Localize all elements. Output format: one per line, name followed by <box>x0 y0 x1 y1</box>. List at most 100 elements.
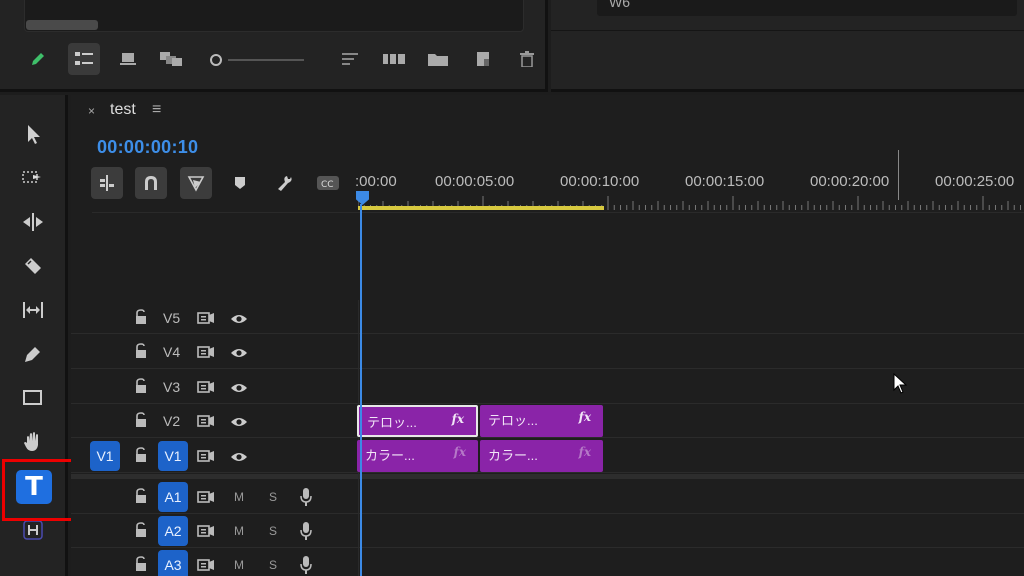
track-label-v1[interactable]: V1 <box>158 441 188 471</box>
track-label-a3[interactable]: A3 <box>158 550 188 576</box>
mute-button[interactable]: M <box>234 490 244 504</box>
add-marker-icon[interactable] <box>224 167 256 199</box>
clip-v1-2[interactable]: カラー... fx <box>480 440 603 472</box>
eye-icon[interactable] <box>230 346 248 358</box>
sync-lock-icon[interactable] <box>197 490 215 504</box>
freeform-view-icon[interactable] <box>156 43 188 75</box>
clip-v2-1[interactable]: テロッ... fx <box>357 405 478 437</box>
solo-button[interactable]: S <box>269 524 277 538</box>
divider <box>92 212 1024 213</box>
sync-lock-icon[interactable] <box>197 380 215 394</box>
lock-icon[interactable] <box>133 412 149 428</box>
work-area-bar[interactable] <box>358 206 604 210</box>
razor-tool-icon[interactable] <box>14 247 52 285</box>
ruler-label: 00:00:25:00 <box>935 173 1015 190</box>
solo-button[interactable]: S <box>269 490 277 504</box>
track-label-v3: V3 <box>163 379 181 395</box>
new-item-icon[interactable] <box>467 43 499 75</box>
hand-tool-icon[interactable] <box>14 423 52 461</box>
trash-icon[interactable] <box>511 43 543 75</box>
project-panel <box>0 0 548 92</box>
sync-lock-icon[interactable] <box>197 414 215 428</box>
eye-icon[interactable] <box>230 381 248 393</box>
audio-video-divider[interactable] <box>71 474 1024 479</box>
track-label-v2: V2 <box>163 413 181 429</box>
program-panel: W6 <box>551 0 1024 92</box>
playhead-line[interactable] <box>360 204 362 576</box>
track-label-v4: V4 <box>163 344 181 360</box>
zoom-slider-knob[interactable] <box>210 54 222 66</box>
mute-button[interactable]: M <box>234 524 244 538</box>
voiceover-record-icon[interactable] <box>299 521 313 541</box>
solo-button[interactable]: S <box>269 558 277 572</box>
insert-nest-icon[interactable] <box>91 167 123 199</box>
eye-icon[interactable] <box>230 312 248 324</box>
clip-name: カラー... <box>488 448 538 463</box>
horizontal-scrollbar[interactable] <box>26 20 98 30</box>
source-dropdown[interactable]: W6 <box>597 0 1017 16</box>
lock-icon[interactable] <box>133 343 149 359</box>
clip-v1-1[interactable]: カラー... fx <box>357 440 478 472</box>
fx-badge[interactable]: fx <box>452 412 464 426</box>
panel-menu-icon[interactable]: ≡ <box>152 101 161 119</box>
playhead-timecode[interactable]: 00:00:00:10 <box>97 137 198 158</box>
track-select-tool-icon[interactable] <box>14 159 52 197</box>
sync-lock-icon[interactable] <box>197 311 215 325</box>
fx-badge[interactable]: fx <box>579 445 591 459</box>
ruler-label: 00:00:10:00 <box>560 173 640 190</box>
clip-name: テロッ... <box>367 415 417 430</box>
sync-lock-icon[interactable] <box>197 558 215 572</box>
zoom-slider-track[interactable] <box>228 59 304 61</box>
voiceover-record-icon[interactable] <box>299 487 313 507</box>
eye-icon[interactable] <box>230 415 248 427</box>
voiceover-record-icon[interactable] <box>299 555 313 575</box>
clip-name: テロッ... <box>488 413 538 428</box>
snap-magnet-icon[interactable] <box>135 167 167 199</box>
lock-icon[interactable] <box>133 522 149 538</box>
track-label-a1[interactable]: A1 <box>158 482 188 512</box>
ruler-label: 00:00:20:00 <box>810 173 890 190</box>
ripple-edit-tool-icon[interactable] <box>14 203 52 241</box>
svg-text:CC: CC <box>321 180 334 190</box>
lock-icon[interactable] <box>133 378 149 394</box>
pencil-icon[interactable] <box>22 43 54 75</box>
automate-to-sequence-icon[interactable] <box>378 43 410 75</box>
ruler-label: 00:00:05:00 <box>435 173 515 190</box>
new-bin-icon[interactable] <box>422 43 454 75</box>
sequence-tab[interactable]: test <box>110 101 136 119</box>
list-view-icon[interactable] <box>68 43 100 75</box>
project-list[interactable] <box>24 0 524 32</box>
sync-lock-icon[interactable] <box>197 524 215 538</box>
icon-view-icon[interactable] <box>112 43 144 75</box>
sort-icon[interactable] <box>334 43 366 75</box>
linked-selection-icon[interactable] <box>180 167 212 199</box>
selection-tool-icon[interactable] <box>14 115 52 153</box>
type-tool-icon[interactable]: T <box>16 470 52 504</box>
sync-lock-icon[interactable] <box>197 449 215 463</box>
sync-lock-icon[interactable] <box>197 345 215 359</box>
divider <box>551 30 1024 31</box>
slip-tool-icon[interactable] <box>14 291 52 329</box>
lock-icon[interactable] <box>133 309 149 325</box>
track-label-a2[interactable]: A2 <box>158 516 188 546</box>
close-tab-icon[interactable]: × <box>88 104 95 118</box>
divider <box>358 300 359 576</box>
pen-tool-icon[interactable] <box>14 335 52 373</box>
wrench-icon[interactable] <box>268 167 300 199</box>
fx-badge[interactable]: fx <box>579 410 591 424</box>
clip-v2-2[interactable]: テロッ... fx <box>480 405 603 437</box>
lock-icon[interactable] <box>133 556 149 572</box>
rectangle-tool-icon[interactable] <box>14 379 52 417</box>
track-label-v5: V5 <box>163 310 181 326</box>
mute-button[interactable]: M <box>234 558 244 572</box>
eye-icon[interactable] <box>230 450 248 462</box>
hover-indicator <box>898 150 899 200</box>
lock-icon[interactable] <box>133 488 149 504</box>
lock-icon[interactable] <box>133 447 149 463</box>
captions-icon[interactable]: CC <box>312 167 344 199</box>
fx-badge[interactable]: fx <box>454 445 466 459</box>
ruler-label: :00:00 <box>355 173 397 190</box>
mouse-cursor-icon <box>893 373 908 394</box>
clip-name: カラー... <box>365 448 415 463</box>
source-patch-v1[interactable]: V1 <box>90 441 120 471</box>
